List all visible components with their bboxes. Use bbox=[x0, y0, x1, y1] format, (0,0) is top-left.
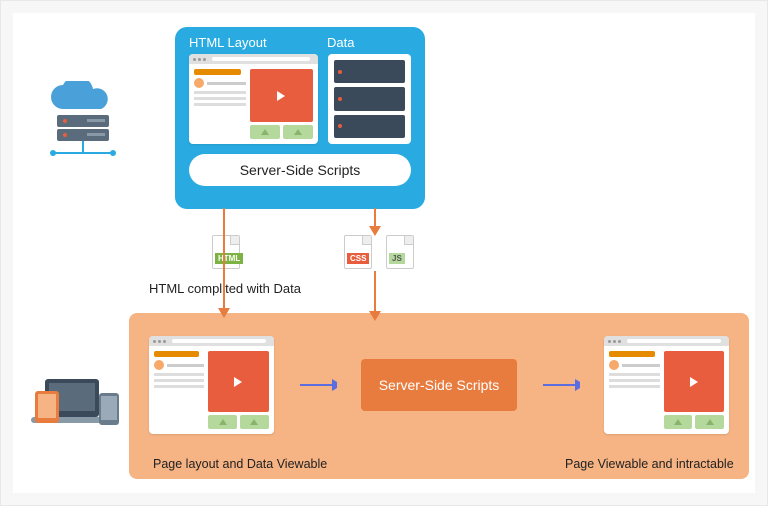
arrow-right-2-icon bbox=[541, 376, 580, 394]
client-panel: Server-Side Scripts bbox=[129, 313, 749, 479]
client-side-scripts-box: Server-Side Scripts bbox=[361, 359, 518, 411]
page-viewable-icon bbox=[604, 336, 729, 434]
cloud-server-icon bbox=[43, 81, 123, 171]
html-file-icon: HTML bbox=[209, 235, 243, 269]
page-layout-icon bbox=[149, 336, 274, 434]
diagram-canvas: HTML Layout Data bbox=[13, 13, 755, 493]
html-file-tag: HTML bbox=[215, 253, 243, 264]
html-layout-icon bbox=[189, 54, 318, 144]
server-side-scripts-box: Server-Side Scripts bbox=[189, 154, 411, 186]
server-panel: HTML Layout Data bbox=[175, 27, 425, 209]
css-file-icon: CSS bbox=[341, 235, 375, 269]
css-file-tag: CSS bbox=[347, 253, 369, 264]
arrow-right-1-icon bbox=[298, 376, 337, 394]
devices-icon bbox=[31, 373, 123, 437]
data-label: Data bbox=[315, 35, 411, 50]
data-server-icon bbox=[328, 54, 411, 144]
page-layout-caption: Page layout and Data Viewable bbox=[153, 457, 327, 471]
html-layout-label: HTML Layout bbox=[189, 35, 315, 50]
page-viewable-caption: Page Viewable and intractable bbox=[565, 457, 734, 471]
compiled-caption: HTML complited with Data bbox=[149, 281, 301, 296]
arrow-cssjs-short-icon bbox=[369, 208, 381, 236]
js-file-icon: JS bbox=[383, 235, 417, 269]
js-file-tag: JS bbox=[389, 253, 405, 264]
